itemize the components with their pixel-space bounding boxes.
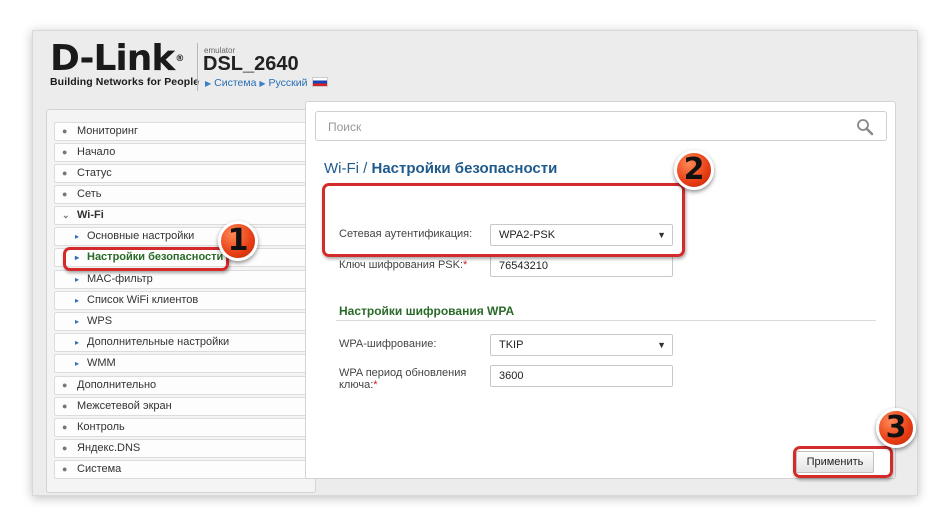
sidebar-item-label: Дополнительные настройки [87,336,230,348]
main-panel: Поиск Wi-Fi / Настройки безопасности Сет… [305,101,896,479]
wpa-period-row: WPA период обновления ключа:* 3600 [336,365,681,393]
circle-bullet-icon: ● [62,443,68,453]
header-divider [197,43,198,91]
header: D-Link® Building Networks for People emu… [33,31,917,96]
circle-bullet-icon: ● [62,168,68,178]
dlink-logo: D-Link® Building Networks for People [50,38,200,89]
sidebar-item-label: MAC-фильтр [87,273,153,285]
dropdown-caret-icon: ▼ [657,340,666,350]
step-badge-3: 3 [876,408,916,448]
sidebar-item-label: Мониторинг [77,125,139,137]
sidebar-item-mac-filter[interactable]: ▸ MAC-фильтр [54,270,310,289]
sidebar-item-label: WPS [87,315,113,327]
sidebar-item-system[interactable]: ● Система [54,460,310,479]
step-badge-2: 2 [674,150,714,190]
psk-row: Ключ шифрования PSK:* 76543210 [336,255,681,283]
wpa-period-label-line1: WPA период обновления [339,367,467,379]
wpa-enc-select[interactable]: TKIP ▼ [490,334,673,356]
sidebar-item-control[interactable]: ● Контроль [54,418,310,437]
sidebar-item-label: Список WiFi клиентов [87,294,199,306]
logo-text: D-Link [50,38,175,79]
sidebar-item-basic-settings[interactable]: ▸ Основные настройки [54,227,310,246]
wpa-enc-select-value: TKIP [499,339,524,351]
sidebar-item-wifi-clients[interactable]: ▸ Список WiFi клиентов [54,291,310,310]
sidebar-item-wifi[interactable]: ⌄ Wi-Fi [54,206,310,225]
sidebar-item-label: Wi-Fi [77,209,104,221]
crumb-language[interactable]: Русский [269,77,308,89]
sidebar-item-label: Статус [77,167,112,179]
arrow-right-icon: ▸ [75,275,80,284]
highlight-box-1 [63,247,229,271]
arrow-right-icon: ▸ [75,232,80,241]
sidebar-item-label: Система [77,463,122,475]
device-model: DSL_2640 [203,53,299,75]
sidebar-item-advanced[interactable]: ● Дополнительно [54,376,310,395]
sidebar-item-label: Основные настройки [87,230,195,242]
highlight-box-3 [793,446,893,478]
sidebar: ● Мониторинг ● Начало ● Статус ● Сеть ⌄ Wi-Fi… [46,109,316,493]
arrow-right-icon: ▸ [75,338,80,347]
arrow-right-icon: ▶ [205,79,212,88]
sidebar-item-wps[interactable]: ▸ WPS [54,312,310,331]
russian-flag-icon[interactable] [311,77,328,87]
required-mark: * [373,379,378,391]
page-title: Wi-Fi / Настройки безопасности [324,160,557,177]
sidebar-item-firewall[interactable]: ● Межсетевой экран [54,397,310,416]
psk-input[interactable]: 76543210 [490,255,673,277]
wpa-period-label-line2: ключа: [339,379,374,391]
sidebar-item-wmm[interactable]: ▸ WMM [54,354,310,373]
page-title-prefix: Wi-Fi / [324,160,368,177]
required-mark: * [463,259,468,271]
step-badge-1: 1 [218,221,258,261]
wpa-enc-label: WPA-шифрование: [339,338,437,350]
page-title-main: Настройки безопасности [371,160,558,177]
sidebar-item-start[interactable]: ● Начало [54,143,310,162]
sidebar-item-yandex-dns[interactable]: ● Яндекс.DNS [54,439,310,458]
chevron-down-icon: ⌄ [62,210,70,220]
sidebar-item-label: Начало [77,146,116,158]
arrow-right-icon: ▸ [75,359,80,368]
psk-label-text: Ключ шифрования PSK: [339,259,464,271]
sidebar-item-status[interactable]: ● Статус [54,164,310,183]
wpa-section-title: Настройки шифрования WPA [339,304,515,318]
breadcrumb: ▶ Система ▶ Русский [205,77,328,89]
arrow-right-icon: ▶ [259,79,266,88]
circle-bullet-icon: ● [62,464,68,474]
wpa-period-label: WPA период обновления ключа:* [339,367,466,391]
highlight-box-2 [322,183,685,257]
logo-tagline: Building Networks for People [50,76,200,88]
sidebar-item-network[interactable]: ● Сеть [54,185,310,204]
logo-registered-mark: ® [175,54,184,64]
sidebar-item-label: Сеть [77,188,102,200]
arrow-right-icon: ▸ [75,296,80,305]
circle-bullet-icon: ● [62,401,68,411]
circle-bullet-icon: ● [62,126,68,136]
search-placeholder: Поиск [328,120,362,134]
arrow-right-icon: ▸ [75,317,80,326]
search-input[interactable]: Поиск [315,111,887,141]
sidebar-item-label: Дополнительно [77,379,157,391]
sidebar-item-advanced-settings[interactable]: ▸ Дополнительные настройки [54,333,310,352]
wpa-period-input[interactable]: 3600 [490,365,673,387]
search-icon[interactable] [856,118,874,136]
circle-bullet-icon: ● [62,380,68,390]
sidebar-item-label: Контроль [77,421,125,433]
circle-bullet-icon: ● [62,189,68,199]
crumb-system[interactable]: Система [214,77,256,89]
circle-bullet-icon: ● [62,147,68,157]
circle-bullet-icon: ● [62,422,68,432]
sidebar-item-monitoring[interactable]: ● Мониторинг [54,122,310,141]
section-divider [336,320,876,321]
sidebar-item-label: WMM [87,357,116,369]
sidebar-item-label: Яндекс.DNS [77,442,141,454]
psk-label: Ключ шифрования PSK:* [339,259,467,271]
wpa-enc-row: WPA-шифрование: TKIP ▼ [336,334,681,362]
sidebar-item-label: Межсетевой экран [77,400,172,412]
